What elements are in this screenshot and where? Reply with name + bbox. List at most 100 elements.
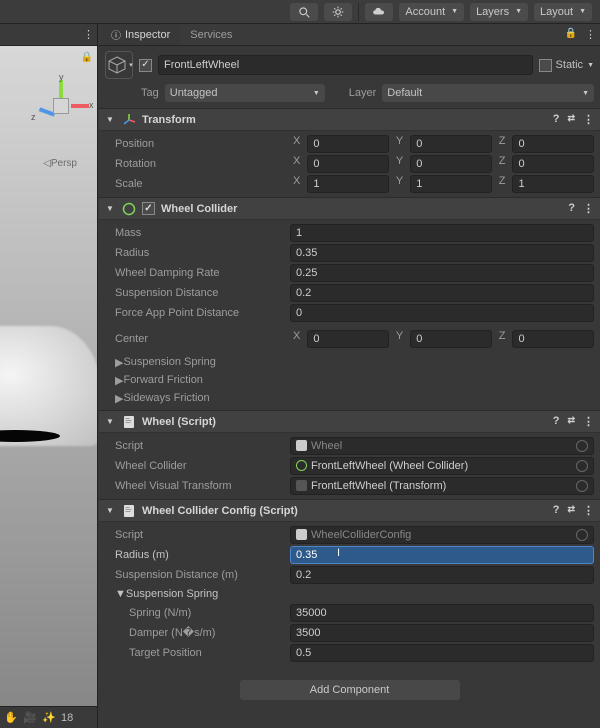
position-field: X0 Y0 Z0 bbox=[290, 135, 594, 153]
suspdist-label: Suspension Distance bbox=[105, 287, 290, 299]
wheelcollider-header[interactable]: ▼ Wheel Collider ? ⋮ bbox=[99, 197, 600, 220]
more-icon[interactable]: ⋮ bbox=[585, 28, 596, 41]
cloud-icon[interactable] bbox=[365, 3, 393, 21]
rotation-x[interactable]: 0 bbox=[307, 155, 389, 173]
forceapp-field[interactable]: 0 bbox=[290, 304, 594, 322]
config-suspdist-field[interactable]: 0.2 bbox=[290, 566, 594, 584]
target-field[interactable]: 0.5 bbox=[290, 644, 594, 662]
layer-dropdown[interactable]: Default▼ bbox=[382, 84, 594, 102]
center-label: Center bbox=[105, 333, 290, 345]
position-z[interactable]: 0 bbox=[512, 135, 594, 153]
position-x[interactable]: 0 bbox=[307, 135, 389, 153]
rotation-z[interactable]: 0 bbox=[512, 155, 594, 173]
colliderconfig-header[interactable]: ▼ Wheel Collider Config (Script) ? ⇄ ⋮ bbox=[99, 499, 600, 522]
help-icon[interactable]: ? bbox=[553, 415, 560, 428]
spring-field[interactable]: 35000 bbox=[290, 604, 594, 622]
wheelcollider-enabled-checkbox[interactable] bbox=[142, 202, 155, 215]
hand-icon[interactable]: ✋ bbox=[4, 711, 18, 725]
damper-field[interactable]: 3500 bbox=[290, 624, 594, 642]
scale-z[interactable]: 1 bbox=[512, 175, 594, 193]
config-radius-field[interactable]: 0.35I bbox=[290, 546, 594, 564]
rotation-y[interactable]: 0 bbox=[410, 155, 492, 173]
object-picker-icon[interactable] bbox=[576, 480, 588, 492]
suspdist-field[interactable]: 0.2 bbox=[290, 284, 594, 302]
fwdfriction-foldout[interactable]: ▶Forward Friction bbox=[105, 371, 594, 389]
config-suspspring-foldout[interactable]: ▼Suspension Spring bbox=[105, 585, 594, 603]
center-y[interactable]: 0 bbox=[410, 330, 492, 348]
fold-icon[interactable]: ▼ bbox=[105, 506, 115, 515]
layers-dropdown[interactable]: Layers▼ bbox=[470, 3, 528, 21]
help-icon[interactable]: ? bbox=[568, 202, 575, 215]
visualtransform-field[interactable]: FrontLeftWheel (Transform) bbox=[290, 477, 594, 495]
config-suspdist-label: Suspension Distance (m) bbox=[105, 569, 290, 581]
scale-y[interactable]: 1 bbox=[410, 175, 492, 193]
wheelscript-header[interactable]: ▼ Wheel (Script) ? ⇄ ⋮ bbox=[99, 410, 600, 433]
lock-icon[interactable]: 🔒 bbox=[565, 28, 577, 41]
fold-icon[interactable]: ▼ bbox=[105, 115, 115, 124]
fold-icon[interactable]: ▼ bbox=[105, 417, 115, 426]
orientation-gizmo[interactable]: y x z bbox=[31, 76, 91, 136]
static-dropdown-icon[interactable]: ▼ bbox=[587, 62, 594, 69]
gameobject-name-field[interactable]: FrontLeftWheel bbox=[158, 55, 533, 75]
mass-field[interactable]: 1 bbox=[290, 224, 594, 242]
wheelcollider-prop-label: Wheel Collider bbox=[105, 460, 290, 472]
rotation-field: X0 Y0 Z0 bbox=[290, 155, 594, 173]
static-checkbox[interactable] bbox=[539, 59, 552, 72]
more-icon[interactable]: ⋮ bbox=[583, 202, 594, 215]
spring-label: Spring (N/m) bbox=[105, 607, 290, 619]
script-field[interactable]: Wheel bbox=[290, 437, 594, 455]
transform-icon bbox=[121, 112, 136, 127]
inspector-panel: ⓘ Inspector Services 🔒 ⋮ ▾ FrontLeftWhee… bbox=[99, 24, 600, 728]
tag-label: Tag bbox=[141, 87, 159, 99]
camera-icon[interactable]: 🎥 bbox=[23, 711, 37, 725]
help-icon[interactable]: ? bbox=[553, 504, 560, 517]
script-label: Script bbox=[105, 440, 290, 452]
account-dropdown[interactable]: Account▼ bbox=[399, 3, 464, 21]
script-label: Script bbox=[105, 529, 290, 541]
gameobject-icon[interactable]: ▾ bbox=[105, 51, 133, 79]
fx-count: 18 bbox=[61, 712, 73, 724]
sidefriction-foldout[interactable]: ▶Sideways Friction bbox=[105, 389, 594, 407]
preset-icon[interactable]: ⇄ bbox=[567, 113, 575, 126]
help-icon[interactable]: ? bbox=[553, 113, 560, 126]
object-picker-icon[interactable] bbox=[576, 440, 588, 452]
center-x[interactable]: 0 bbox=[307, 330, 389, 348]
lock-icon[interactable]: 🔒 bbox=[81, 52, 93, 63]
scene-view[interactable]: 🔒 y x z ◁Persp bbox=[0, 46, 97, 706]
scale-field: X1 Y1 Z1 bbox=[290, 175, 594, 193]
preset-icon[interactable]: ⇄ bbox=[567, 415, 575, 428]
search-icon[interactable] bbox=[290, 3, 318, 21]
settings-icon[interactable] bbox=[324, 3, 352, 21]
script-field[interactable]: WheelColliderConfig bbox=[290, 526, 594, 544]
wheelcollider-icon bbox=[121, 201, 136, 216]
damper-label: Damper (N�s/m) bbox=[105, 626, 290, 639]
transform-icon bbox=[296, 480, 307, 491]
damping-field[interactable]: 0.25 bbox=[290, 264, 594, 282]
persp-label: ◁Persp bbox=[43, 158, 77, 169]
static-label: Static bbox=[556, 59, 584, 71]
position-y[interactable]: 0 bbox=[410, 135, 492, 153]
wheelcollider-prop-field[interactable]: FrontLeftWheel (Wheel Collider) bbox=[290, 457, 594, 475]
more-icon[interactable]: ⋮ bbox=[583, 415, 594, 428]
visualtransform-label: Wheel Visual Transform bbox=[105, 480, 290, 492]
more-icon[interactable]: ⋮ bbox=[583, 504, 594, 517]
tab-inspector[interactable]: ⓘ Inspector bbox=[101, 24, 180, 45]
more-icon[interactable]: ⋮ bbox=[583, 113, 594, 126]
radius-label: Radius bbox=[105, 247, 290, 259]
layout-dropdown[interactable]: Layout▼ bbox=[534, 3, 592, 21]
object-picker-icon[interactable] bbox=[576, 529, 588, 541]
center-z[interactable]: 0 bbox=[512, 330, 594, 348]
transform-header[interactable]: ▼ Transform ? ⇄ ⋮ bbox=[99, 108, 600, 131]
fx-icon[interactable]: ✨ bbox=[42, 711, 56, 725]
tag-dropdown[interactable]: Untagged▼ bbox=[165, 84, 325, 102]
preset-icon[interactable]: ⇄ bbox=[567, 504, 575, 517]
add-component-button[interactable]: Add Component bbox=[240, 680, 460, 700]
fold-icon[interactable]: ▼ bbox=[105, 204, 115, 213]
tab-services[interactable]: Services bbox=[180, 26, 242, 44]
scale-x[interactable]: 1 bbox=[307, 175, 389, 193]
suspspring-foldout[interactable]: ▶Suspension Spring bbox=[105, 353, 594, 371]
more-icon[interactable]: ⋮ bbox=[83, 28, 94, 41]
gameobject-enabled-checkbox[interactable] bbox=[139, 59, 152, 72]
radius-field[interactable]: 0.35 bbox=[290, 244, 594, 262]
object-picker-icon[interactable] bbox=[576, 460, 588, 472]
